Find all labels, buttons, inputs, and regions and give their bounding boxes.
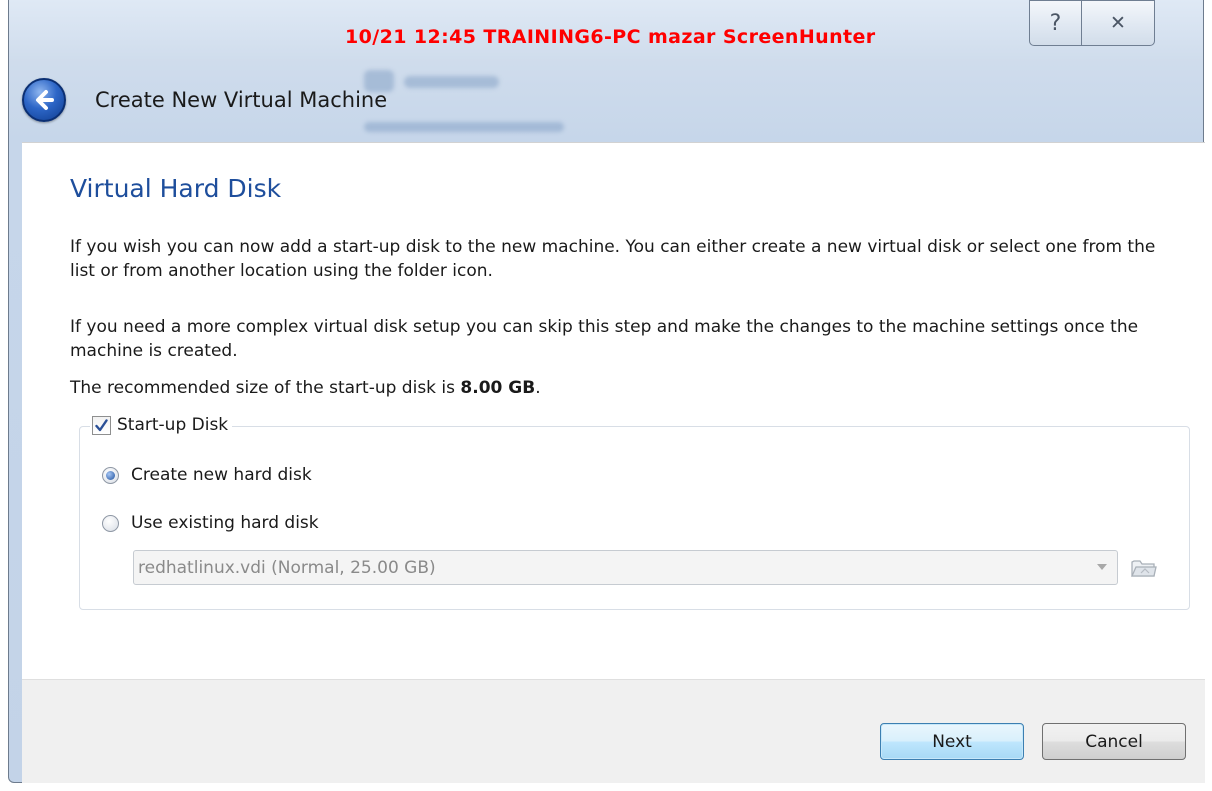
back-arrow-icon bbox=[36, 90, 54, 110]
use-existing-disk-label: Use existing hard disk bbox=[131, 513, 319, 533]
chevron-down-icon bbox=[1097, 564, 1107, 570]
next-button[interactable]: Next bbox=[880, 723, 1024, 760]
close-icon: ✕ bbox=[1110, 12, 1126, 34]
create-new-disk-label: Create new hard disk bbox=[131, 465, 312, 485]
existing-disk-value: redhatlinux.vdi (Normal, 25.00 GB) bbox=[138, 557, 436, 578]
create-new-disk-radio[interactable] bbox=[102, 466, 119, 484]
button-bar: Next Cancel bbox=[22, 679, 1205, 783]
radio-selected-dot bbox=[106, 470, 115, 480]
intro-paragraph: If you wish you can now add a start-up d… bbox=[70, 237, 1156, 281]
startup-disk-checkbox-row[interactable]: Start-up Disk bbox=[90, 415, 233, 435]
wizard-title: Create New Virtual Machine bbox=[95, 88, 388, 112]
background-window-blur bbox=[364, 66, 604, 136]
back-button[interactable] bbox=[22, 78, 66, 122]
cancel-button[interactable]: Cancel bbox=[1042, 723, 1186, 760]
create-new-disk-option[interactable]: Create new hard disk bbox=[102, 465, 312, 485]
use-existing-disk-radio[interactable] bbox=[102, 514, 119, 532]
recommended-suffix: . bbox=[535, 378, 541, 398]
recommended-size-text: The recommended size of the start-up dis… bbox=[70, 376, 1170, 400]
startup-disk-label: Start-up Disk bbox=[117, 415, 229, 435]
use-existing-disk-option[interactable]: Use existing hard disk bbox=[102, 513, 319, 533]
existing-disk-select[interactable]: redhatlinux.vdi (Normal, 25.00 GB) bbox=[133, 550, 1118, 585]
wizard-page: Virtual Hard Disk If you wish you can no… bbox=[22, 142, 1205, 679]
startup-disk-checkbox[interactable] bbox=[92, 415, 111, 435]
help-button[interactable]: ? bbox=[1029, 0, 1081, 46]
recommended-size-value: 8.00 GB bbox=[460, 378, 536, 398]
choose-disk-file-button[interactable] bbox=[1129, 553, 1157, 581]
screenhunter-watermark: 10/21 12:45 TRAINING6-PC mazar ScreenHun… bbox=[345, 26, 876, 48]
checkmark-icon bbox=[95, 418, 108, 431]
help-icon: ? bbox=[1049, 10, 1062, 36]
recommended-prefix: The recommended size of the start-up dis… bbox=[70, 378, 461, 398]
close-button[interactable]: ✕ bbox=[1081, 0, 1155, 46]
folder-icon bbox=[1130, 560, 1157, 577]
page-heading: Virtual Hard Disk bbox=[70, 174, 282, 203]
advanced-paragraph: If you need a more complex virtual disk … bbox=[70, 317, 1139, 361]
